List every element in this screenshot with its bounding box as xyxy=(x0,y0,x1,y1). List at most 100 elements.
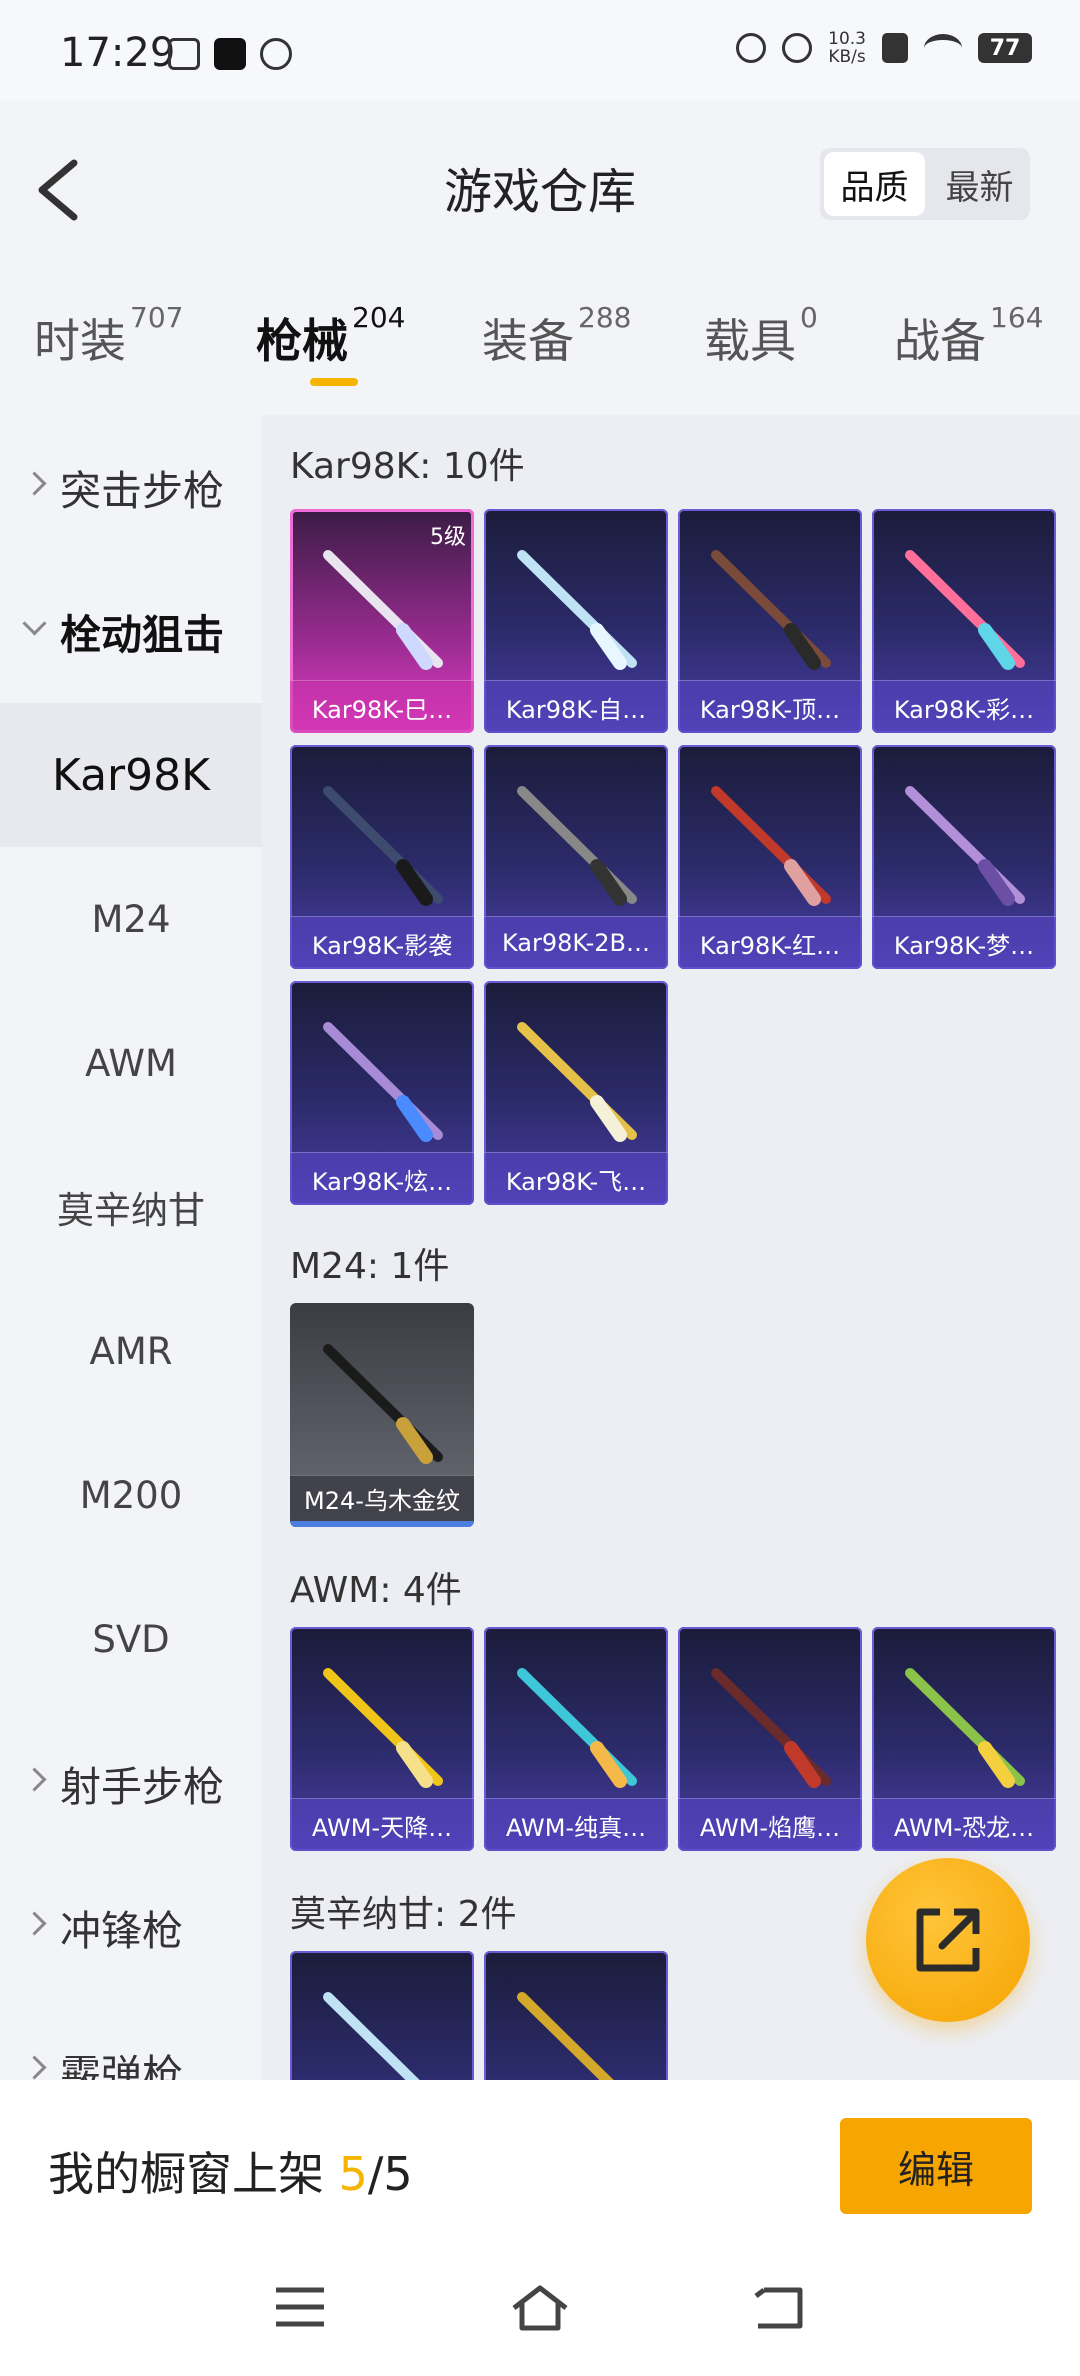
weapon-name: Kar98K-红… xyxy=(678,916,862,969)
weapon-name: AWM-纯真… xyxy=(484,1798,668,1851)
tiktok-icon xyxy=(214,38,246,70)
tab-label: 载具 xyxy=(704,314,796,368)
showcase-total: /5 xyxy=(367,2147,413,2201)
weapon-name: Kar98K-彩… xyxy=(872,680,1056,733)
weapon-card[interactable]: AWM-天降… xyxy=(290,1627,474,1851)
weapon-name: Kar98K-顶… xyxy=(678,680,862,733)
weapon-card[interactable]: AWM-纯真… xyxy=(484,1627,668,1851)
weapon-card[interactable]: Kar98K-顶… xyxy=(678,509,862,733)
sidebar-item-shotgun[interactable]: 霰弹枪 xyxy=(0,1999,262,2080)
rifle-icon xyxy=(323,1344,443,1464)
rifle-icon xyxy=(711,786,831,906)
rifle-icon xyxy=(517,1022,637,1142)
network-speed: 10.3 KB/s xyxy=(828,30,866,66)
rifle-icon xyxy=(711,550,831,670)
battery-icon: 77 xyxy=(978,33,1032,63)
sidebar-item-smg[interactable]: 冲锋枪 xyxy=(0,1855,262,1999)
weapon-card[interactable]: Kar98K-2B… xyxy=(484,745,668,969)
sort-quality-button[interactable]: 品质 xyxy=(824,152,925,216)
tab-equipment[interactable]: 装备 288 xyxy=(482,301,631,371)
sidebar-item-assault-rifle[interactable]: 突击步枪 xyxy=(0,415,262,559)
weapon-name: Kar98K-2B… xyxy=(484,916,668,969)
weapon-card[interactable]: AWM-焰鹰… xyxy=(678,1627,862,1851)
weapon-name: Kar98K-飞… xyxy=(484,1152,668,1205)
chevron-right-icon xyxy=(22,2055,47,2080)
status-left-icons xyxy=(168,38,292,70)
sort-latest-button[interactable]: 最新 xyxy=(929,148,1030,220)
sidebar-item-marksman-rifle[interactable]: 射手步枪 xyxy=(0,1711,262,1855)
weapon-card[interactable]: M24-乌木金纹 xyxy=(290,1303,474,1527)
sidebar-item-kar98k[interactable]: Kar98K xyxy=(0,703,262,847)
tab-label: 枪械 xyxy=(256,314,348,368)
weapon-card[interactable]: Kar98K-炫… xyxy=(290,981,474,1205)
chevron-down-icon xyxy=(22,611,47,636)
tab-supplies[interactable]: 战备 164 xyxy=(894,301,1043,371)
level-badge: 5级 xyxy=(430,525,466,550)
sidebar-item-label: 突击步枪 xyxy=(60,467,224,515)
sidebar-item-label: 射手步枪 xyxy=(60,1763,224,1811)
weapon-name: AWM-天降… xyxy=(290,1798,474,1851)
rifle-icon xyxy=(517,1992,614,2080)
status-bar: 17:29 10.3 KB/s 77 xyxy=(0,0,1080,100)
weapon-card[interactable]: 5级 Kar98K-巳… xyxy=(290,509,474,733)
rifle-icon xyxy=(905,786,1025,906)
weapon-card[interactable]: Kar98K-红… xyxy=(678,745,862,969)
sidebar-item-amr[interactable]: AMR xyxy=(0,1279,262,1423)
weapon-card[interactable]: Kar98K-自… xyxy=(484,509,668,733)
tab-label: 时装 xyxy=(34,314,126,368)
wifi-icon xyxy=(924,34,962,62)
weapon-name: Kar98K-炫… xyxy=(290,1152,474,1205)
tab-label: 战备 xyxy=(894,314,986,368)
showcase-label: 我的橱窗上架 xyxy=(48,2147,339,2201)
tab-vehicles[interactable]: 载具 0 xyxy=(704,301,818,371)
tab-guns[interactable]: 枪械 204 xyxy=(256,301,405,371)
showcase-bar: 我的橱窗上架 5/5 编辑 xyxy=(0,2080,1080,2230)
sidebar-item-svd[interactable]: SVD xyxy=(0,1567,262,1711)
showcase-count: 5 xyxy=(338,2147,368,2201)
network-speed-unit: KB/s xyxy=(828,47,866,67)
weapon-card[interactable] xyxy=(484,1951,668,2080)
rifle-icon xyxy=(711,1668,831,1788)
active-tab-indicator xyxy=(310,378,358,386)
weapon-name: AWM-恐龙… xyxy=(872,1798,1056,1851)
weapon-card[interactable]: Kar98K-梦… xyxy=(872,745,1056,969)
tab-count: 164 xyxy=(990,301,1044,334)
tab-count: 288 xyxy=(578,301,632,334)
back-nav-button[interactable] xyxy=(750,2282,810,2332)
weapon-card[interactable] xyxy=(290,1951,474,2080)
share-button[interactable] xyxy=(866,1858,1030,2022)
weapon-grid: Kar98K: 10件 5级 Kar98K-巳… Kar98K-自… Kar98… xyxy=(262,415,1080,2080)
weapon-card[interactable]: AWM-恐龙… xyxy=(872,1627,1056,1851)
weapon-name: Kar98K-梦… xyxy=(872,916,1056,969)
rifle-icon xyxy=(517,1668,637,1788)
rifle-icon xyxy=(905,550,1025,670)
category-tabs: 时装 707 枪械 204 装备 288 载具 0 战备 164 xyxy=(0,275,1080,415)
sidebar-item-bolt-sniper[interactable]: 栓动狙击 xyxy=(0,559,262,703)
system-nav-bar xyxy=(0,2230,1080,2376)
chevron-right-icon xyxy=(22,1767,47,1792)
sidebar-item-m200[interactable]: M200 xyxy=(0,1423,262,1567)
tab-label: 装备 xyxy=(482,314,574,368)
menu-icon xyxy=(276,2287,324,2327)
edit-button[interactable]: 编辑 xyxy=(840,2118,1032,2214)
menu-nav-button[interactable] xyxy=(270,2282,330,2332)
share-external-icon xyxy=(916,1908,980,1972)
section-title-awm: AWM: 4件 xyxy=(290,1570,462,1611)
weapon-card[interactable]: Kar98K-影袭 xyxy=(290,745,474,969)
sort-toggle: 品质 最新 xyxy=(820,148,1030,220)
sidebar-item-label: 霰弹枪 xyxy=(60,2051,183,2080)
sidebar-item-m24[interactable]: M24 xyxy=(0,847,262,991)
weapon-name: AWM-焰鹰… xyxy=(678,1798,862,1851)
weapon-card[interactable]: Kar98K-飞… xyxy=(484,981,668,1205)
sidebar-item-mosin[interactable]: 莫辛纳甘 xyxy=(0,1135,262,1279)
app-header: 游戏仓库 品质 最新 xyxy=(0,100,1080,275)
status-time: 17:29 xyxy=(60,30,176,76)
home-nav-button[interactable] xyxy=(510,2282,570,2332)
weapon-name: Kar98K-巳… xyxy=(290,680,474,733)
weapon-card[interactable]: Kar98K-彩… xyxy=(872,509,1056,733)
tab-fashion[interactable]: 时装 707 xyxy=(34,301,183,371)
sidebar-item-awm[interactable]: AWM xyxy=(0,991,262,1135)
category-sidebar: 突击步枪 栓动狙击 Kar98K M24 AWM 莫辛纳甘 AMR M200 S… xyxy=(0,415,262,2080)
rifle-icon xyxy=(323,1022,443,1142)
back-icon xyxy=(754,2287,803,2329)
